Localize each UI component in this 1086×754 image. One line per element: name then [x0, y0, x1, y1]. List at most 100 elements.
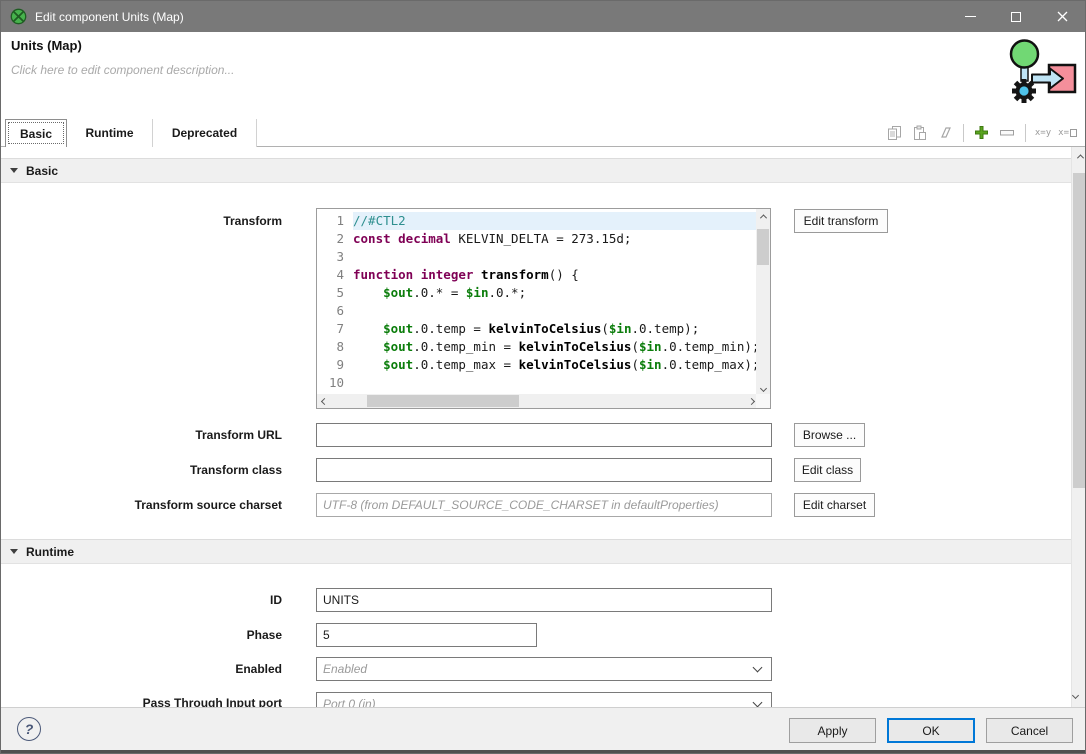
help-button[interactable]: ?	[17, 717, 41, 741]
code-line[interactable]: 2const decimal KELVIN_DELTA = 273.15d;	[317, 230, 756, 248]
transform-source-charset-input[interactable]	[316, 493, 772, 517]
code-line[interactable]: 7 $out.0.temp = kelvinToCelsius($in.0.te…	[317, 320, 756, 338]
component-description-placeholder[interactable]: Click here to edit component description…	[11, 63, 234, 77]
close-button[interactable]	[1039, 1, 1085, 32]
id-input[interactable]	[316, 588, 772, 612]
minimize-button[interactable]	[947, 1, 993, 32]
content-scroll-down-arrow[interactable]	[1072, 691, 1086, 705]
maximize-icon	[1011, 12, 1021, 22]
code-line[interactable]: 10	[317, 374, 756, 392]
chevron-down-icon	[753, 698, 763, 708]
content-scroll-up-arrow[interactable]	[1072, 149, 1086, 163]
copy-icon[interactable]	[886, 124, 904, 142]
collapse-triangle-icon	[10, 168, 18, 173]
transform-class-input[interactable]	[316, 458, 772, 482]
code-text: const decimal KELVIN_DELTA = 273.15d;	[353, 230, 756, 248]
reference-icon[interactable]: x=	[1058, 128, 1077, 138]
maximize-button[interactable]	[993, 1, 1039, 32]
add-icon[interactable]	[973, 124, 991, 142]
scroll-left-arrow[interactable]	[317, 394, 331, 408]
section-basic-label: Basic	[26, 164, 58, 178]
cancel-button[interactable]: Cancel	[986, 718, 1073, 743]
edit-component-dialog: Edit component Units (Map) Units (Map) C…	[0, 0, 1086, 754]
enabled-label: Enabled	[1, 662, 282, 676]
content-scroll-thumb[interactable]	[1073, 173, 1086, 488]
section-header-basic[interactable]: Basic	[1, 158, 1071, 183]
expression-icon[interactable]: x=y	[1035, 128, 1051, 138]
section-header-runtime[interactable]: Runtime	[1, 539, 1071, 564]
toolbar-separator	[963, 124, 964, 142]
line-number: 5	[317, 284, 353, 302]
line-number: 7	[317, 320, 353, 338]
window-bottom-border	[1, 750, 1085, 753]
edit-class-button[interactable]: Edit class	[794, 458, 861, 482]
line-number: 9	[317, 356, 353, 374]
phase-label: Phase	[1, 628, 282, 642]
transform-code-editor[interactable]: 1//#CTL22const decimal KELVIN_DELTA = 27…	[316, 208, 771, 409]
code-line[interactable]: 4function integer transform() {	[317, 266, 756, 284]
code-line[interactable]: 9 $out.0.temp_max = kelvinToCelsius($in.…	[317, 356, 756, 374]
component-name-title: Units (Map)	[11, 38, 82, 53]
button-bar: ? Apply OK Cancel	[1, 707, 1085, 752]
tab-label: Deprecated	[172, 126, 237, 140]
transform-source-charset-label: Transform source charset	[1, 498, 282, 512]
id-label: ID	[1, 593, 282, 607]
line-number: 1	[317, 212, 353, 230]
map-component-icon	[994, 37, 1086, 115]
window-titlebar: Edit component Units (Map)	[1, 1, 1085, 32]
close-icon	[1057, 11, 1068, 22]
edit-transform-button[interactable]: Edit transform	[794, 209, 888, 233]
editor-vertical-scrollbar[interactable]	[756, 209, 770, 396]
code-text	[353, 302, 756, 320]
enabled-value: Enabled	[317, 662, 754, 676]
toolbar-separator	[1025, 124, 1026, 142]
dialog-content: Basic Transform 1//#CTL22const decimal K…	[1, 147, 1085, 707]
property-toolbar: x=y x=	[886, 119, 1077, 146]
content-scrollbar[interactable]	[1071, 147, 1086, 707]
line-number: 2	[317, 230, 353, 248]
code-text: function integer transform() {	[353, 266, 756, 284]
line-number: 8	[317, 338, 353, 356]
clear-icon[interactable]	[936, 124, 954, 142]
code-text: $out.0.temp = kelvinToCelsius($in.0.temp…	[353, 320, 756, 338]
collapse-triangle-icon	[10, 549, 18, 554]
tab-deprecated[interactable]: Deprecated	[153, 119, 257, 147]
line-number: 4	[317, 266, 353, 284]
code-text	[353, 248, 756, 266]
paste-icon[interactable]	[911, 124, 929, 142]
code-line[interactable]: 8 $out.0.temp_min = kelvinToCelsius($in.…	[317, 338, 756, 356]
remove-icon[interactable]	[998, 124, 1016, 142]
code-text	[353, 374, 756, 392]
apply-button[interactable]: Apply	[789, 718, 876, 743]
tab-basic[interactable]: Basic	[5, 119, 67, 147]
code-text: $out.0.temp_max = kelvinToCelsius($in.0.…	[353, 356, 756, 374]
phase-input[interactable]	[316, 623, 537, 647]
transform-url-input[interactable]	[316, 423, 772, 447]
tab-label: Basic	[20, 127, 52, 141]
code-line[interactable]: 6	[317, 302, 756, 320]
editor-horizontal-scrollbar[interactable]	[317, 394, 758, 408]
window-title: Edit component Units (Map)	[35, 10, 184, 24]
ok-button[interactable]: OK	[887, 718, 975, 743]
transform-label: Transform	[1, 214, 282, 228]
browse-button[interactable]: Browse ...	[794, 423, 865, 447]
editor-vscroll-thumb[interactable]	[757, 229, 769, 265]
line-number: 6	[317, 302, 353, 320]
tab-runtime[interactable]: Runtime	[67, 119, 153, 147]
transform-class-label: Transform class	[1, 463, 282, 477]
code-line[interactable]: 1//#CTL2	[317, 212, 756, 230]
scroll-up-arrow[interactable]	[756, 209, 770, 223]
code-text: $out.0.temp_min = kelvinToCelsius($in.0.…	[353, 338, 756, 356]
minimize-icon	[965, 16, 976, 17]
gear-icon	[1012, 79, 1036, 103]
code-text: $out.0.* = $in.0.*;	[353, 284, 756, 302]
edit-charset-button[interactable]: Edit charset	[794, 493, 875, 517]
tab-label: Runtime	[86, 126, 134, 140]
code-line[interactable]: 3	[317, 248, 756, 266]
editor-hscroll-thumb[interactable]	[367, 395, 519, 407]
cloverdx-logo-icon	[10, 8, 27, 25]
code-line[interactable]: 5 $out.0.* = $in.0.*;	[317, 284, 756, 302]
enabled-select[interactable]: Enabled	[316, 657, 772, 681]
tab-bar: Basic Runtime Deprecated	[1, 119, 1085, 147]
line-number: 3	[317, 248, 353, 266]
